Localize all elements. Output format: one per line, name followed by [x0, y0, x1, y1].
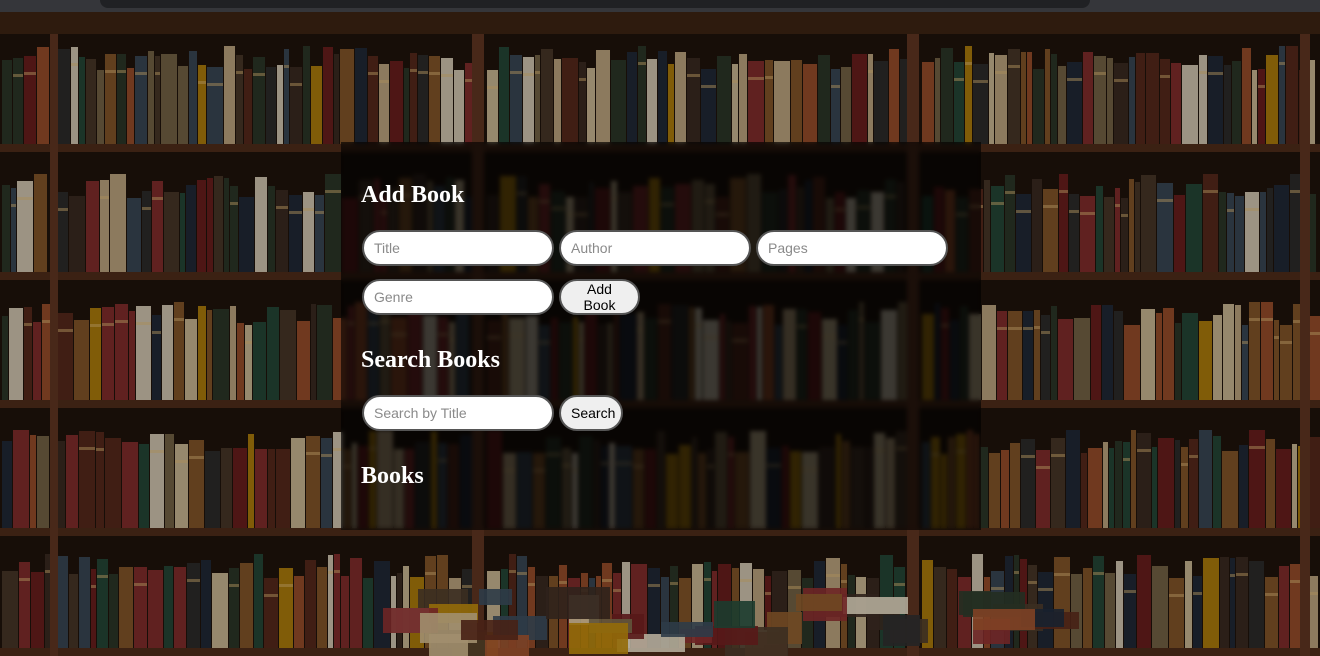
genre-input[interactable] — [362, 279, 554, 315]
search-books-heading: Search Books — [361, 347, 500, 373]
library-panel: Add Book Add Book Search Books Search Bo… — [341, 142, 981, 530]
books-heading: Books — [361, 463, 424, 489]
pages-input[interactable] — [756, 230, 948, 266]
books-list — [361, 502, 961, 522]
author-input[interactable] — [559, 230, 751, 266]
browser-toolbar — [0, 0, 1320, 12]
search-button[interactable]: Search — [559, 395, 623, 431]
title-input[interactable] — [362, 230, 554, 266]
search-input[interactable] — [362, 395, 554, 431]
address-bar[interactable] — [100, 0, 1090, 8]
add-book-button[interactable]: Add Book — [559, 279, 640, 315]
add-book-heading: Add Book — [361, 182, 465, 208]
